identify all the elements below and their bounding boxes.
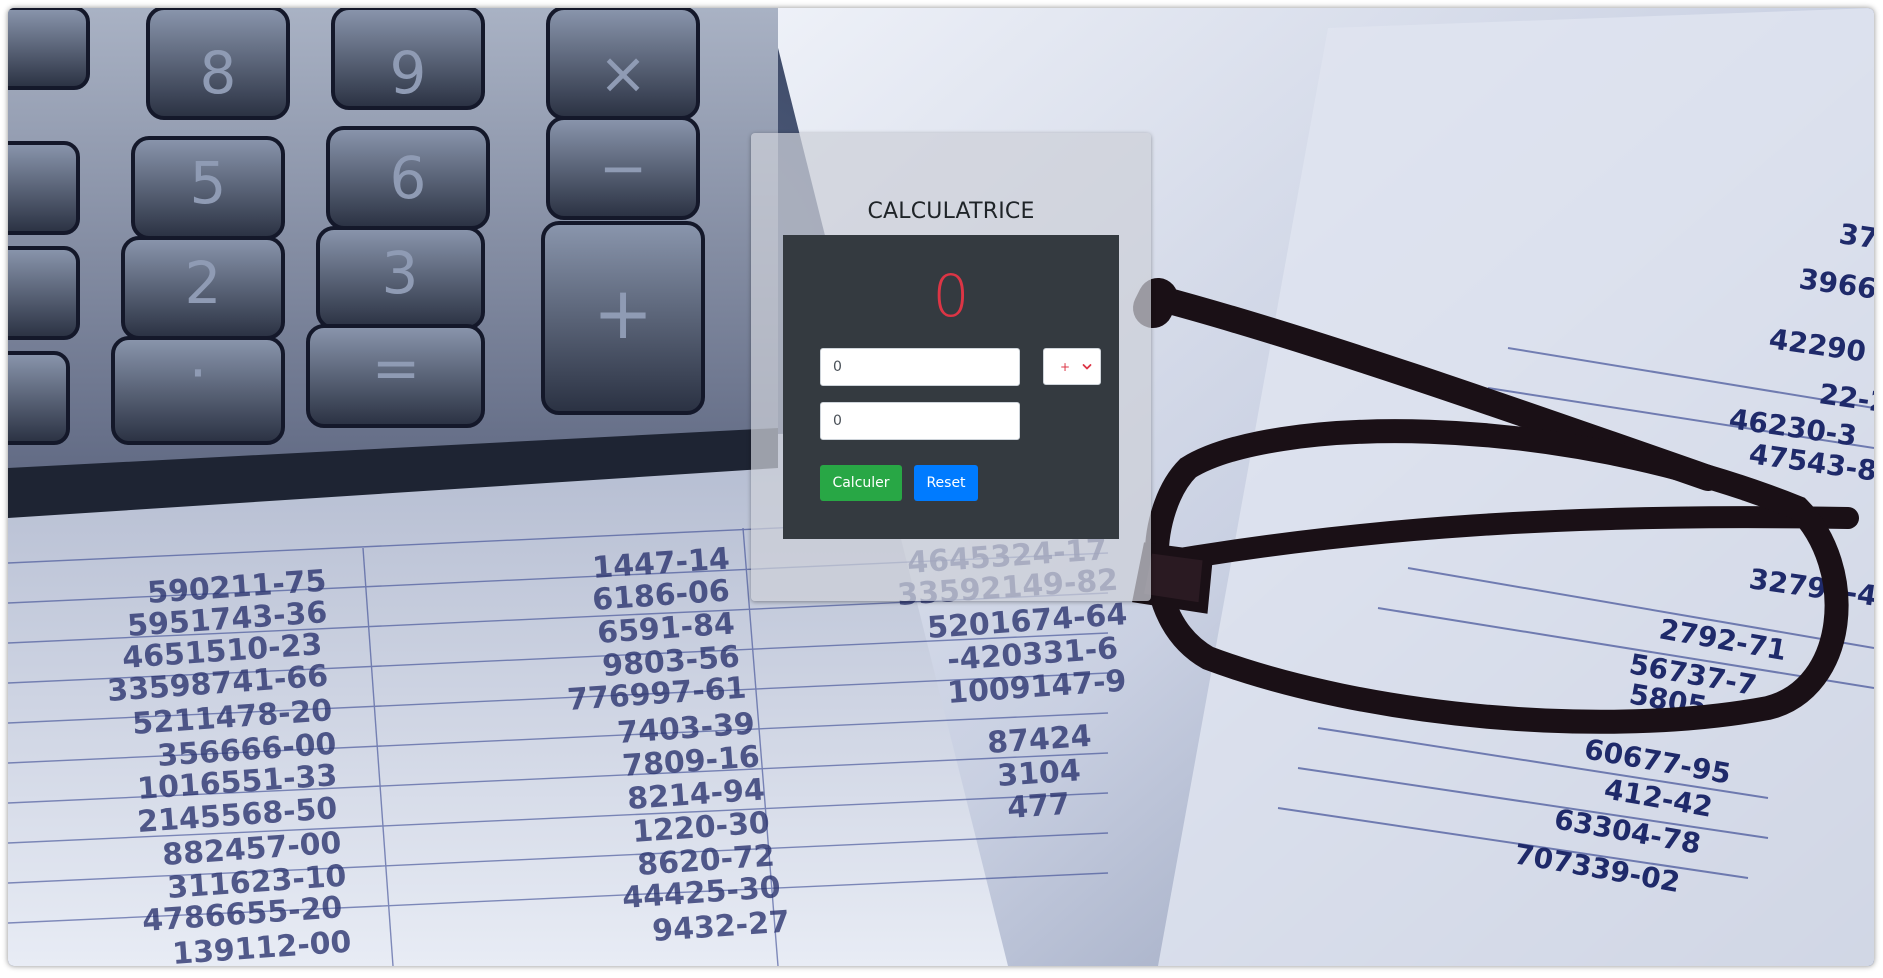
chevron-down-icon xyxy=(1082,363,1092,369)
calculator-panel: 0 + Calculer Reset xyxy=(783,235,1119,539)
svg-text:6: 6 xyxy=(390,144,427,212)
result-display: 0 xyxy=(932,262,970,330)
svg-text:−: − xyxy=(599,134,648,202)
reset-button[interactable]: Reset xyxy=(914,465,978,501)
operator-value: + xyxy=(1060,359,1071,374)
page-title: CALCULATRICE xyxy=(867,199,1035,224)
calculator-card: CALCULATRICE 0 + Calculer Reset xyxy=(751,133,1151,601)
app-window: 8 9 × 5 6 − 2 3 + · = 590211-75 5951743-… xyxy=(8,8,1874,966)
first-number-input[interactable] xyxy=(820,348,1020,386)
svg-text:·: · xyxy=(189,339,207,407)
calculate-button[interactable]: Calculer xyxy=(820,465,902,501)
svg-text:9: 9 xyxy=(390,39,427,107)
svg-text:+: + xyxy=(593,271,653,355)
second-number-input[interactable] xyxy=(820,402,1020,440)
svg-text:477: 477 xyxy=(1006,787,1071,826)
svg-text:=: = xyxy=(372,334,421,402)
operator-select[interactable]: + xyxy=(1043,348,1101,385)
svg-text:8: 8 xyxy=(200,39,237,107)
svg-text:5: 5 xyxy=(190,149,227,217)
svg-text:×: × xyxy=(599,39,648,107)
svg-text:2: 2 xyxy=(185,249,222,317)
svg-text:3: 3 xyxy=(382,239,419,307)
